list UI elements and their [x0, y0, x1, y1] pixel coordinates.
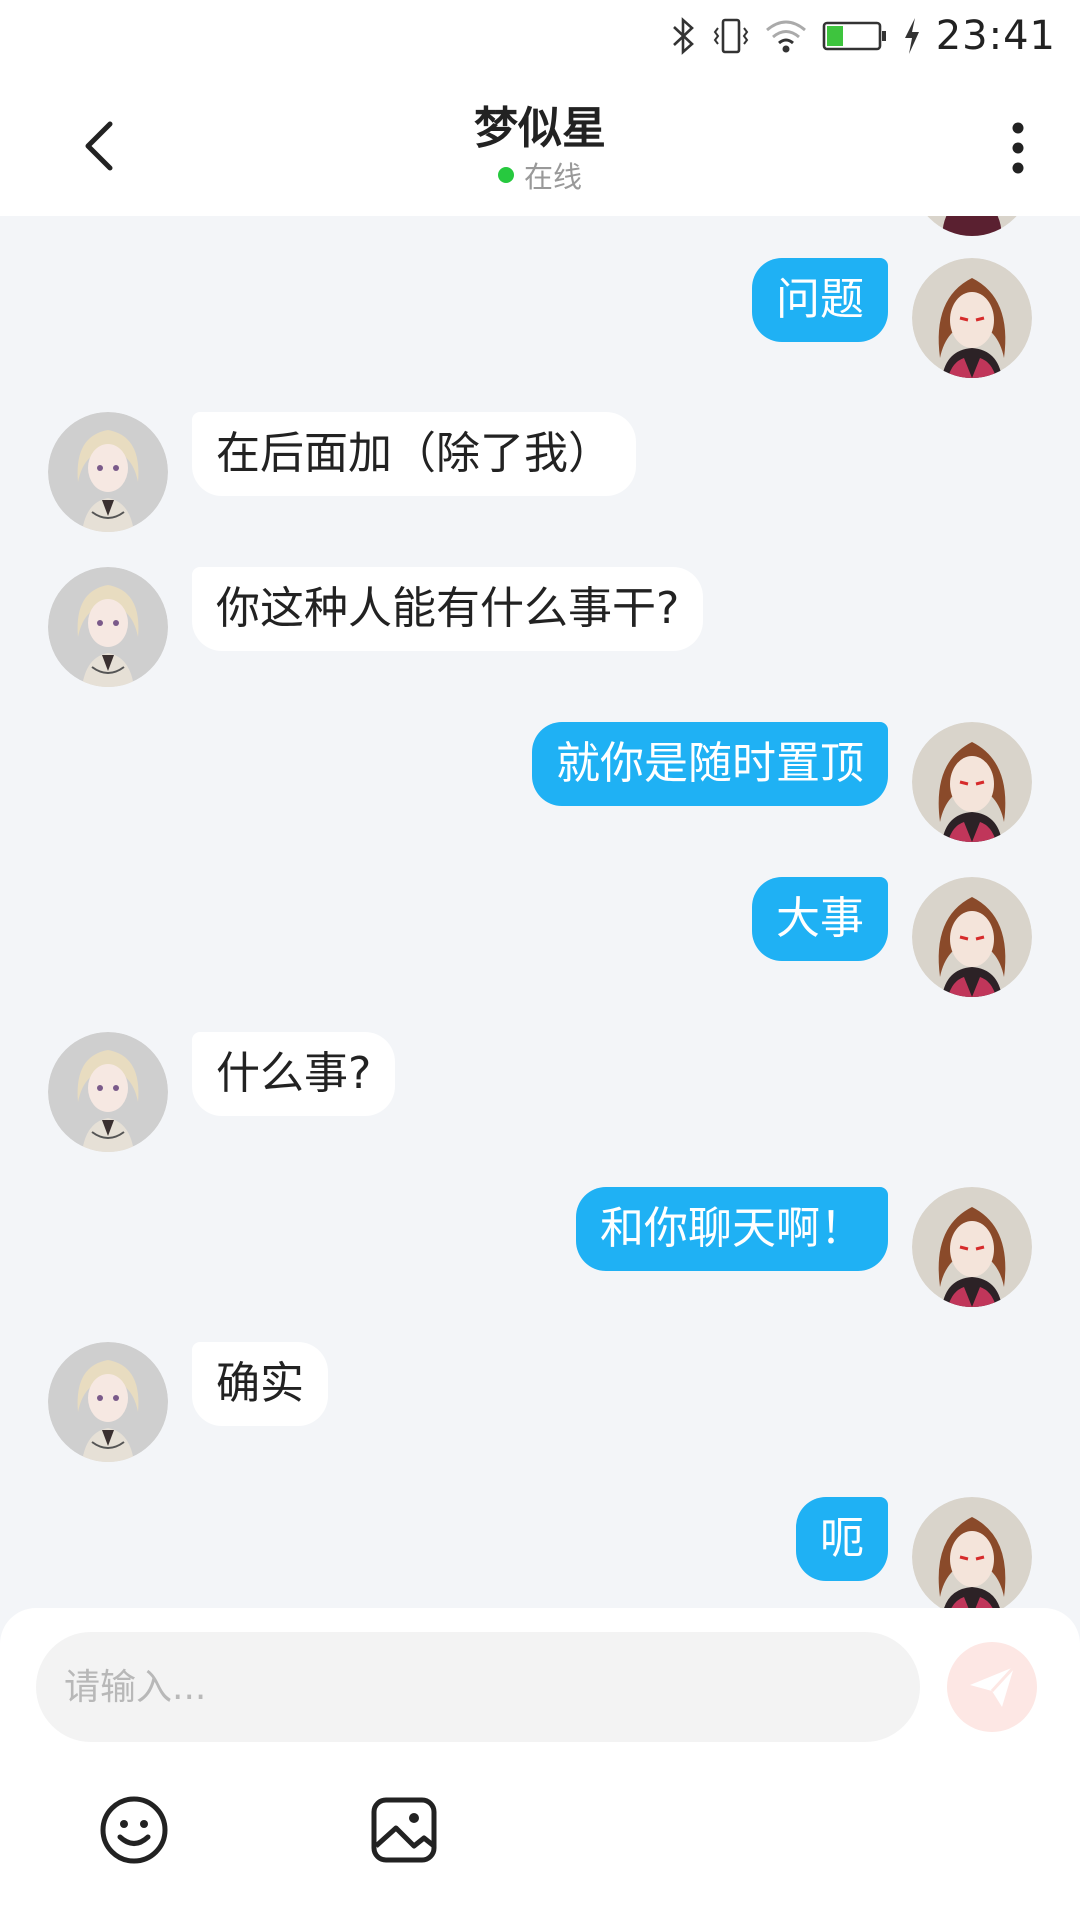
message-row: 在后面加（除了我） [0, 412, 1080, 536]
message-input[interactable] [36, 1632, 920, 1742]
emoji-button[interactable] [98, 1794, 170, 1866]
outgoing-message[interactable]: 呃 [796, 1497, 888, 1581]
message-row: 呃 [0, 1497, 1080, 1608]
outgoing-message[interactable]: 问题 [752, 258, 888, 342]
contact-avatar[interactable] [48, 567, 168, 687]
online-status: 在线 [0, 154, 1080, 196]
charging-icon [902, 16, 922, 56]
incoming-message[interactable]: 什么事? [192, 1032, 396, 1116]
outgoing-message[interactable]: 大事 [752, 877, 888, 961]
message-composer [0, 1608, 1080, 1920]
message-row: 和你聊天啊！ [0, 1187, 1080, 1311]
contact-avatar[interactable] [48, 1032, 168, 1152]
battery-icon [822, 19, 888, 53]
message-row: 确实 [0, 1342, 1080, 1466]
contact-avatar[interactable] [48, 412, 168, 532]
my-avatar[interactable] [912, 1497, 1032, 1608]
my-avatar[interactable] [912, 258, 1032, 378]
send-icon [970, 1665, 1016, 1707]
online-status-label: 在线 [523, 160, 582, 194]
send-button[interactable] [947, 1642, 1037, 1732]
chat-header: 梦似星 在线 [0, 72, 1080, 216]
my-avatar[interactable] [912, 877, 1032, 997]
my-avatar[interactable] [912, 1187, 1032, 1307]
more-options-button[interactable] [996, 116, 1040, 180]
message-row: 问题 [0, 258, 1080, 382]
online-dot-icon [497, 167, 514, 183]
incoming-message[interactable]: 确实 [192, 1342, 328, 1426]
contact-name: 梦似星 [474, 103, 606, 154]
vibrate-icon [712, 16, 750, 56]
wifi-icon [764, 18, 808, 54]
emoji-icon [100, 1796, 168, 1864]
my-avatar[interactable] [912, 722, 1032, 842]
message-list[interactable]: 问题 在后面加（除了我） 你这种人能有什么事干? 就你是随时置顶 大事 什么事?… [0, 216, 1080, 1608]
outgoing-message[interactable]: 和你聊天啊！ [576, 1187, 888, 1271]
status-bar: 23:41 [0, 0, 1080, 72]
message-row: 什么事? [0, 1032, 1080, 1156]
incoming-message[interactable]: 你这种人能有什么事干? [192, 567, 704, 651]
more-vertical-icon [1012, 122, 1024, 174]
message-row: 大事 [0, 877, 1080, 1001]
bluetooth-icon [668, 16, 698, 56]
incoming-message[interactable]: 在后面加（除了我） [192, 412, 636, 496]
outgoing-message[interactable]: 就你是随时置顶 [532, 722, 888, 806]
message-row: 你这种人能有什么事干? [0, 567, 1080, 691]
image-button[interactable] [368, 1794, 440, 1866]
message-row: 就你是随时置顶 [0, 722, 1080, 846]
contact-avatar[interactable] [48, 1342, 168, 1462]
image-icon [371, 1797, 437, 1863]
my-avatar[interactable] [912, 216, 1032, 236]
status-time: 23:41 [935, 13, 1056, 59]
